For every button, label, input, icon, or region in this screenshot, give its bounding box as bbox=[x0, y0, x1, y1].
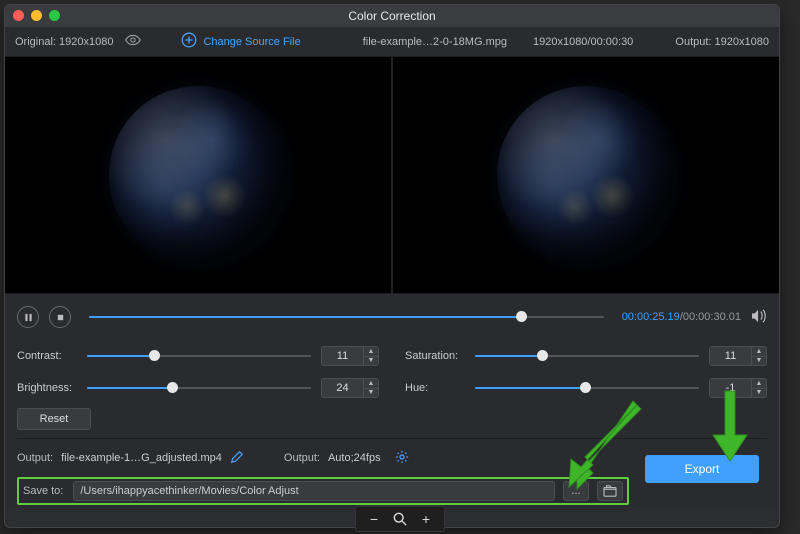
zoom-toolbar: − + bbox=[355, 506, 445, 532]
saturation-step-down[interactable]: ▼ bbox=[752, 357, 766, 366]
hue-value-box: -1 ▲▼ bbox=[709, 378, 767, 398]
hue-step-down[interactable]: ▼ bbox=[752, 389, 766, 398]
output-file-label: Output: bbox=[17, 452, 53, 464]
contrast-step-up[interactable]: ▲ bbox=[364, 347, 378, 357]
adjusted-preview bbox=[391, 57, 779, 293]
brightness-step-up[interactable]: ▲ bbox=[364, 379, 378, 389]
hue-label: Hue: bbox=[405, 382, 465, 394]
sliders-grid: Contrast: 11 ▲▼ Saturation: 11 ▲▼ Bright… bbox=[17, 346, 767, 398]
output-format-value: Auto;24fps bbox=[328, 452, 381, 464]
saturation-label: Saturation: bbox=[405, 350, 465, 362]
saturation-step-up[interactable]: ▲ bbox=[752, 347, 766, 357]
save-path-field[interactable]: /Users/ihappyacethinker/Movies/Color Adj… bbox=[73, 481, 555, 501]
change-source-label: Change Source File bbox=[203, 36, 300, 48]
time-display: 00:00:25.19/00:00:30.01 bbox=[622, 311, 741, 323]
contrast-label: Contrast: bbox=[17, 350, 77, 362]
saturation-value: 11 bbox=[709, 346, 751, 366]
contrast-row: Contrast: 11 ▲▼ bbox=[17, 346, 379, 366]
magnifier-icon[interactable] bbox=[392, 511, 408, 527]
zoom-out-button[interactable]: − bbox=[366, 511, 382, 527]
hue-row: Hue: -1 ▲▼ bbox=[405, 378, 767, 398]
brightness-row: Brightness: 24 ▲▼ bbox=[17, 378, 379, 398]
contrast-value-box: 11 ▲▼ bbox=[321, 346, 379, 366]
output-format-label: Output: bbox=[284, 452, 320, 464]
brightness-value: 24 bbox=[321, 378, 363, 398]
brightness-step-down[interactable]: ▼ bbox=[364, 389, 378, 398]
current-time: 00:00:25.19 bbox=[622, 311, 680, 323]
saturation-value-box: 11 ▲▼ bbox=[709, 346, 767, 366]
save-to-label: Save to: bbox=[23, 485, 63, 497]
saturation-slider[interactable] bbox=[475, 354, 699, 358]
color-correction-window: Color Correction Original: 1920x1080 Cha… bbox=[4, 4, 780, 528]
output-settings-icon[interactable] bbox=[395, 450, 409, 467]
hue-value: -1 bbox=[709, 378, 751, 398]
source-resolution-duration: 1920x1080/00:00:30 bbox=[533, 36, 633, 48]
contrast-step-down[interactable]: ▼ bbox=[364, 357, 378, 366]
reset-button[interactable]: Reset bbox=[17, 408, 91, 430]
pause-button[interactable] bbox=[17, 306, 39, 328]
earth-image bbox=[497, 86, 675, 264]
save-to-row: Save to: /Users/ihappyacethinker/Movies/… bbox=[17, 477, 629, 505]
contrast-slider[interactable] bbox=[87, 354, 311, 358]
contrast-value: 11 bbox=[321, 346, 363, 366]
preview-toggle-icon[interactable] bbox=[125, 34, 141, 49]
output-resolution-label: Output: 1920x1080 bbox=[675, 36, 769, 48]
hue-step-up[interactable]: ▲ bbox=[752, 379, 766, 389]
saturation-row: Saturation: 11 ▲▼ bbox=[405, 346, 767, 366]
info-bar: Original: 1920x1080 Change Source File f… bbox=[5, 27, 779, 57]
output-filename: file-example-1…G_adjusted.mp4 bbox=[61, 452, 222, 464]
open-folder-button[interactable] bbox=[597, 481, 623, 501]
preview-row bbox=[5, 57, 779, 293]
volume-icon[interactable] bbox=[751, 309, 767, 326]
brightness-value-box: 24 ▲▼ bbox=[321, 378, 379, 398]
window-title: Color Correction bbox=[348, 9, 435, 23]
plus-circle-icon bbox=[181, 32, 197, 51]
brightness-label: Brightness: bbox=[17, 382, 77, 394]
source-filename: file-example…2-0-18MG.mpg bbox=[363, 36, 507, 48]
stop-button[interactable] bbox=[49, 306, 71, 328]
earth-image bbox=[109, 86, 287, 264]
transport-bar: 00:00:25.19/00:00:30.01 bbox=[17, 304, 767, 330]
zoom-in-button[interactable]: + bbox=[418, 511, 434, 527]
export-button[interactable]: Export bbox=[645, 455, 759, 483]
edit-filename-icon[interactable] bbox=[230, 450, 244, 467]
separator bbox=[17, 438, 767, 439]
titlebar: Color Correction bbox=[5, 5, 779, 27]
original-resolution-label: Original: 1920x1080 bbox=[15, 36, 113, 48]
total-time: 00:00:30.01 bbox=[683, 311, 741, 323]
seek-slider[interactable] bbox=[89, 315, 604, 319]
brightness-slider[interactable] bbox=[87, 386, 311, 390]
window-controls bbox=[13, 10, 60, 21]
zoom-window-button[interactable] bbox=[49, 10, 60, 21]
change-source-button[interactable]: Change Source File bbox=[181, 32, 300, 51]
original-preview bbox=[5, 57, 391, 293]
close-window-button[interactable] bbox=[13, 10, 24, 21]
minimize-window-button[interactable] bbox=[31, 10, 42, 21]
browse-path-button[interactable]: ... bbox=[563, 481, 589, 501]
hue-slider[interactable] bbox=[475, 386, 699, 390]
